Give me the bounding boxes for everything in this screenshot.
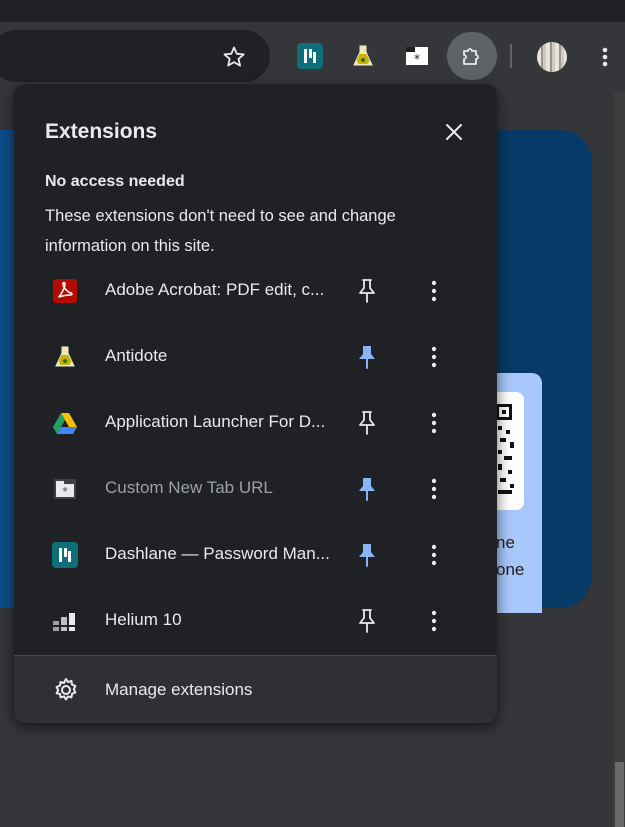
more-options-icon[interactable] — [422, 343, 446, 371]
gear-icon — [55, 678, 77, 701]
antidote-toolbar-icon[interactable] — [350, 43, 376, 69]
more-options-icon[interactable] — [422, 541, 446, 569]
qr-code — [494, 392, 524, 510]
dashlane-toolbar-icon[interactable] — [297, 43, 323, 69]
svg-text:*: * — [414, 52, 420, 66]
more-options-icon[interactable] — [422, 607, 446, 635]
profile-avatar[interactable] — [537, 42, 567, 72]
extension-name: Helium 10 — [105, 610, 182, 629]
puzzle-icon — [463, 48, 479, 65]
custom-new-tab-icon: * — [54, 479, 76, 499]
section-heading: No access needed — [45, 173, 185, 190]
extensions-menu-title: Extensions — [45, 120, 158, 143]
adobe-acrobat-icon — [53, 279, 77, 303]
helium10-icon — [53, 613, 75, 631]
window-title-strip — [0, 0, 625, 22]
browser-toolbar: * — [0, 22, 625, 92]
close-icon[interactable] — [442, 120, 466, 144]
extension-name: Adobe Acrobat: PDF edit, c... — [105, 280, 325, 299]
pin-outline-icon[interactable] — [355, 409, 379, 437]
dashlane-icon — [52, 542, 78, 568]
pin-filled-icon[interactable] — [355, 475, 379, 503]
extension-row-custom-new-tab-url[interactable]: * Custom New Tab URL — [14, 455, 497, 521]
svg-text:*: * — [62, 485, 68, 498]
extension-name: Dashlane — Password Man... — [105, 544, 330, 563]
extensions-puzzle-button[interactable] — [447, 32, 497, 80]
google-drive-icon — [53, 413, 77, 434]
browser-menu-icon[interactable] — [597, 44, 613, 70]
card-text-line-2: one — [496, 560, 525, 579]
extension-name: Application Launcher For D... — [105, 412, 326, 431]
pin-filled-icon[interactable] — [355, 343, 379, 371]
section-description: These extensions don't need to see and c… — [45, 207, 396, 255]
custom-new-tab-toolbar-icon[interactable]: * — [404, 43, 430, 69]
more-options-icon[interactable] — [422, 409, 446, 437]
pin-filled-icon[interactable] — [355, 541, 379, 569]
hero-card-edge — [0, 130, 14, 608]
more-options-icon[interactable] — [422, 277, 446, 305]
extension-row-antidote[interactable]: Antidote — [14, 323, 497, 389]
antidote-flask-icon — [55, 346, 75, 367]
extension-name: Custom New Tab URL — [105, 478, 273, 497]
pin-outline-icon[interactable] — [355, 607, 379, 635]
extension-name: Antidote — [105, 346, 168, 365]
extension-row-application-launcher[interactable]: Application Launcher For D... — [14, 389, 497, 455]
manage-extensions-label: Manage extensions — [105, 680, 253, 699]
toolbar-separator — [510, 44, 512, 68]
extensions-menu: Extensions No access needed These extens… — [14, 84, 497, 723]
page-scrollbar[interactable] — [613, 92, 625, 827]
more-options-icon[interactable] — [422, 475, 446, 503]
extension-row-helium-10[interactable]: Helium 10 — [14, 587, 497, 653]
manage-extensions-button[interactable]: Manage extensions — [14, 655, 497, 723]
bookmark-star-icon[interactable] — [222, 45, 246, 69]
pin-outline-icon[interactable] — [355, 277, 379, 305]
extension-row-dashlane[interactable]: Dashlane — Password Man... — [14, 521, 497, 587]
page-scrollbar-thumb[interactable] — [615, 762, 624, 827]
extension-row-adobe-acrobat[interactable]: Adobe Acrobat: PDF edit, c... — [14, 257, 497, 323]
card-text-line-1: ne — [496, 533, 515, 552]
